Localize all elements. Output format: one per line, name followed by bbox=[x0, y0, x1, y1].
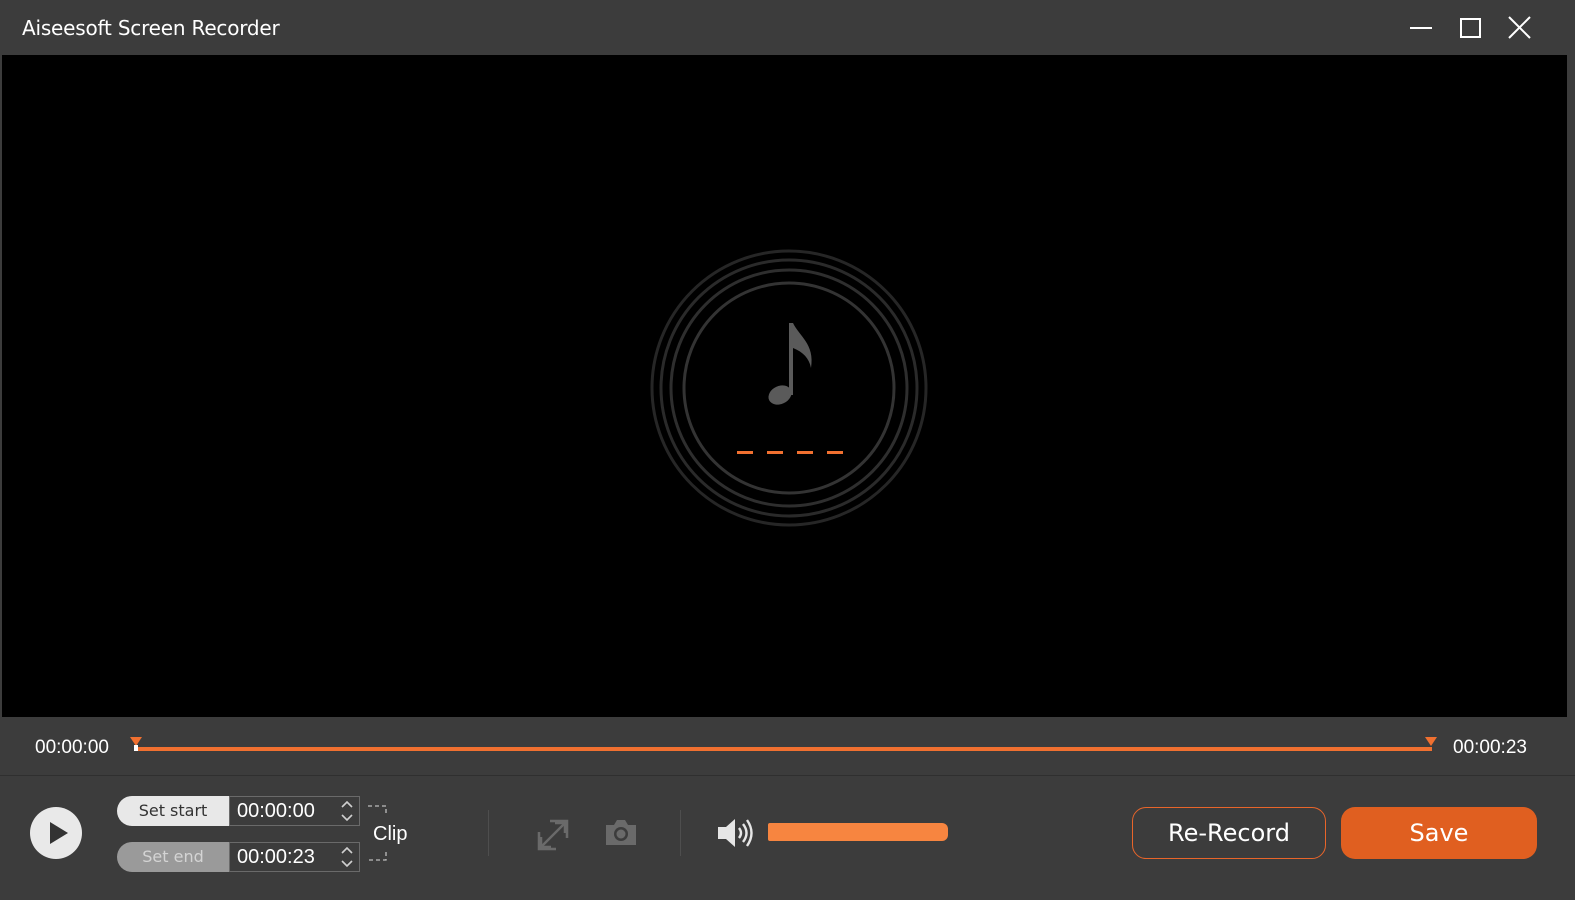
end-time-field[interactable]: 00:00:23 bbox=[229, 842, 360, 872]
timeline: 00:00:00 00:00:23 bbox=[0, 717, 1575, 775]
minimize-icon bbox=[1410, 27, 1432, 29]
timeline-end-time: 00:00:23 bbox=[1453, 737, 1527, 758]
progress-track[interactable] bbox=[135, 747, 1432, 751]
close-icon bbox=[1508, 16, 1531, 39]
clip-button[interactable]: Clip bbox=[373, 823, 407, 846]
music-note-icon bbox=[768, 323, 812, 405]
minimize-button[interactable] bbox=[1400, 8, 1440, 48]
audio-level-dashes bbox=[737, 451, 843, 454]
end-time-spinner[interactable] bbox=[339, 844, 355, 870]
start-time-field[interactable]: 00:00:00 bbox=[229, 796, 360, 826]
title-bar: Aiseesoft Screen Recorder bbox=[0, 0, 1575, 55]
rerecord-button[interactable]: Re-Record bbox=[1132, 807, 1326, 859]
start-time-spinner[interactable] bbox=[339, 798, 355, 824]
volume-icon[interactable] bbox=[716, 816, 756, 850]
play-button[interactable] bbox=[30, 807, 82, 859]
maximize-icon bbox=[1460, 18, 1481, 38]
volume-slider[interactable] bbox=[768, 823, 948, 841]
play-icon bbox=[50, 822, 68, 844]
start-time-value: 00:00:00 bbox=[237, 800, 315, 822]
close-button[interactable] bbox=[1500, 8, 1540, 48]
volume-level-fill bbox=[768, 823, 948, 841]
set-start-button[interactable]: Set start bbox=[117, 796, 229, 826]
expand-icon[interactable] bbox=[536, 818, 570, 852]
window-title: Aiseesoft Screen Recorder bbox=[22, 16, 280, 40]
end-time-value: 00:00:23 bbox=[237, 846, 315, 868]
separator bbox=[488, 810, 489, 856]
control-bar: Set start 00:00:00 Set end 00:00:23 Clip bbox=[0, 776, 1575, 900]
timeline-start-time: 00:00:00 bbox=[35, 737, 109, 758]
maximize-button[interactable] bbox=[1450, 8, 1490, 48]
separator bbox=[680, 810, 681, 856]
save-button[interactable]: Save bbox=[1341, 807, 1537, 859]
preview-area bbox=[2, 55, 1567, 717]
camera-icon[interactable] bbox=[603, 818, 639, 848]
audio-disc-graphic bbox=[650, 249, 928, 527]
end-marker[interactable] bbox=[1424, 736, 1438, 752]
start-marker[interactable] bbox=[129, 736, 143, 752]
set-end-button[interactable]: Set end bbox=[117, 842, 229, 872]
recorder-window: Aiseesoft Screen Recorder 00:00:00 00:00… bbox=[0, 0, 1575, 900]
